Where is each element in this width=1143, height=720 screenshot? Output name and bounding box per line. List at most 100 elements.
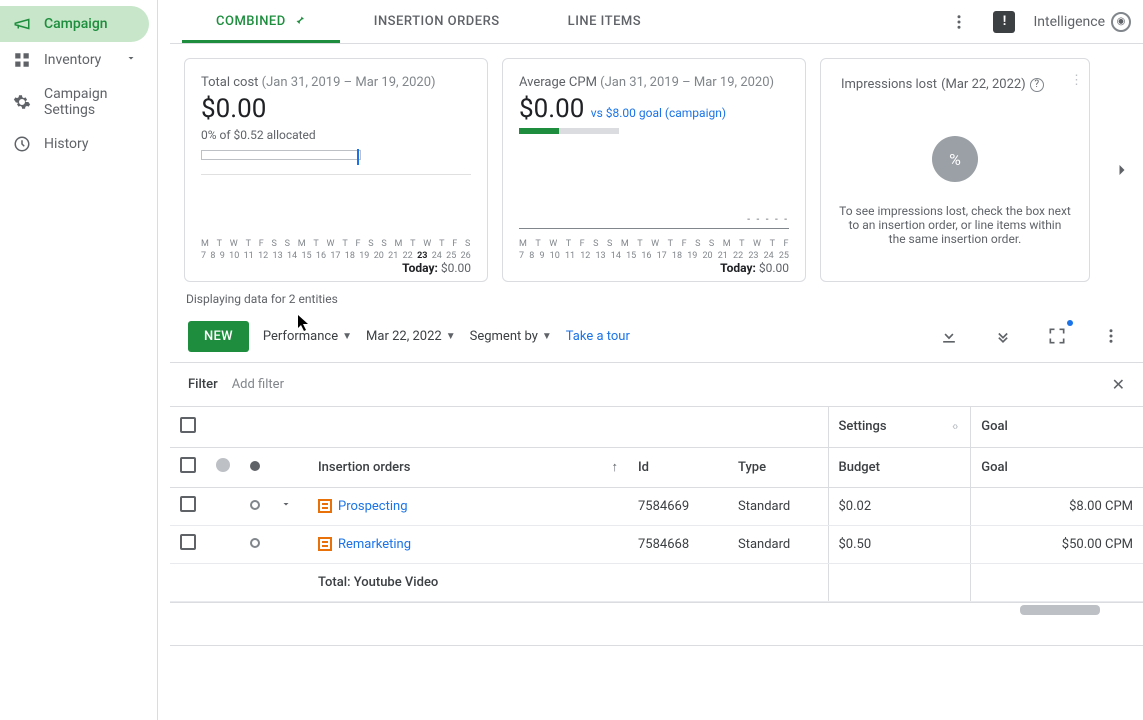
card-menu-icon[interactable]: ⋮ [1070, 73, 1083, 88]
today-label: Today: [720, 261, 756, 275]
row-checkbox[interactable] [180, 534, 196, 550]
progress-bar [519, 128, 619, 134]
megaphone-icon [12, 14, 32, 34]
days-axis: MTWTFSSMTWTFSSMTWTF [519, 239, 789, 249]
intelligence-button[interactable]: Intelligence ◉ [1033, 12, 1131, 32]
tab-label: COMBINED [216, 14, 286, 29]
percent-placeholder: % [932, 136, 978, 182]
sparkline [519, 228, 789, 229]
total-label: Total: Youtube Video [308, 563, 628, 601]
col-label: Insertion orders [318, 460, 410, 475]
tab-combined[interactable]: COMBINED [182, 0, 340, 43]
table-row[interactable]: Remarketing 7584668 Standard $0.50 $50.0… [170, 525, 1143, 563]
take-tour-link[interactable]: Take a tour [566, 329, 630, 344]
fullscreen-icon[interactable] [1041, 320, 1073, 352]
row-name-link[interactable]: Prospecting [338, 499, 408, 514]
entity-count-text: Displaying data for 2 entities [170, 282, 1143, 306]
col-budget[interactable]: Budget [828, 447, 938, 487]
tabs: COMBINED INSERTION ORDERS LINE ITEMS [182, 0, 675, 43]
sort-asc-icon: ↑ [612, 459, 619, 475]
days-axis: MTWTFSSMTWTFSSMTWTFS [201, 239, 471, 249]
sidebar-item-campaign-settings[interactable]: Campaign Settings [0, 78, 149, 126]
dates-axis: 7891011121314151617181920212223242526 [201, 251, 471, 261]
table-wrapper: Settings ‹ › Goal Insertion orders ↑ Id … [170, 407, 1143, 603]
budget-bar [201, 150, 361, 160]
select-all-checkbox[interactable] [180, 417, 196, 433]
tab-line-items[interactable]: LINE ITEMS [534, 0, 676, 43]
bulb-icon: ◉ [1111, 12, 1131, 32]
dates-axis: 78910111213141516171819202122232425 [519, 251, 789, 261]
row-name-link[interactable]: Remarketing [338, 537, 411, 552]
dropdown-label: Performance [263, 329, 338, 344]
performance-dropdown[interactable]: Performance ▼ [263, 329, 352, 344]
row-checkbox[interactable] [180, 496, 196, 512]
segment-dropdown[interactable]: Segment by ▼ [470, 329, 552, 344]
tab-insertion-orders[interactable]: INSERTION ORDERS [340, 0, 534, 43]
status-indicator [250, 538, 260, 548]
sidebar-label: Inventory [44, 52, 101, 68]
intelligence-label: Intelligence [1033, 14, 1105, 30]
insertion-order-icon [318, 537, 332, 551]
inbox-icon[interactable]: ! [993, 11, 1015, 33]
col-id[interactable]: Id [628, 447, 728, 487]
cards-next [1104, 157, 1140, 183]
col-group-settings: Settings [839, 419, 887, 434]
card-title: Total cost [201, 75, 258, 90]
sidebar-item-history[interactable]: History [0, 126, 149, 162]
filter-label: Filter [188, 377, 218, 392]
filter-bar: Filter Add filter ✕ [170, 362, 1143, 407]
status-header-icon [250, 461, 260, 471]
chevron-down-icon: ▼ [542, 331, 552, 342]
sidebar-item-inventory[interactable]: Inventory [0, 42, 149, 78]
card-total-cost: Total cost (Jan 31, 2019 – Mar 19, 2020)… [184, 58, 488, 282]
col-goal[interactable]: Goal [971, 447, 1143, 487]
dropdown-label: Mar 22, 2022 [366, 329, 442, 344]
status-indicator [250, 500, 260, 510]
date-range-dropdown[interactable]: Mar 22, 2022 ▼ [366, 329, 456, 344]
sidebar: Campaign Inventory Campaign Settings His… [0, 0, 158, 720]
sidebar-label: Campaign Settings [44, 86, 137, 118]
gear-icon [12, 92, 32, 112]
top-bar: COMBINED INSERTION ORDERS LINE ITEMS ! I… [170, 0, 1143, 44]
expand-toggle[interactable] [280, 498, 298, 513]
col-insertion-orders[interactable]: Insertion orders ↑ [308, 447, 628, 487]
card-value: $0.00 [201, 94, 471, 124]
chevron-right-icon[interactable] [1109, 157, 1135, 183]
row-id: 7584669 [628, 487, 728, 525]
more-vert-icon[interactable] [943, 6, 975, 38]
data-table: Settings ‹ › Goal Insertion orders ↑ Id … [170, 407, 1143, 602]
history-icon [12, 134, 32, 154]
card-title: Impressions lost [841, 77, 937, 92]
impressions-help-text: To see impressions lost, check the box n… [837, 204, 1073, 246]
card-impressions-lost: ⋮ Impressions lost (Mar 22, 2022) ? % To… [820, 58, 1090, 282]
close-filter-icon[interactable]: ✕ [1112, 375, 1125, 394]
help-icon[interactable]: ? [1030, 78, 1044, 92]
new-button[interactable]: NEW [188, 321, 249, 352]
column-resize-handle[interactable]: ‹ › [948, 419, 960, 433]
chevron-down-icon: ▼ [342, 331, 352, 342]
toolbar: NEW Performance ▼ Mar 22, 2022 ▼ Segment… [170, 306, 1143, 362]
more-vert-icon[interactable] [1095, 320, 1127, 352]
col-type[interactable]: Type [728, 447, 828, 487]
select-all-checkbox[interactable] [180, 457, 196, 473]
main: COMBINED INSERTION ORDERS LINE ITEMS ! I… [170, 0, 1143, 720]
table-row[interactable]: Prospecting 7584669 Standard $0.02 $8.00… [170, 487, 1143, 525]
add-filter-button[interactable]: Add filter [232, 377, 284, 392]
expand-rows-icon[interactable] [987, 320, 1019, 352]
top-actions: ! Intelligence ◉ [943, 6, 1131, 38]
card-vs-goal: vs $8.00 goal (campaign) [591, 106, 726, 120]
horizontal-scrollbar-thumb[interactable] [1020, 605, 1100, 615]
today-value: $0.00 [441, 261, 471, 275]
sidebar-item-campaign[interactable]: Campaign [0, 6, 149, 42]
sidebar-label: History [44, 136, 89, 152]
status-info-icon [216, 458, 230, 472]
download-icon[interactable] [933, 320, 965, 352]
card-title: Average CPM [519, 75, 597, 90]
row-goal: $8.00 CPM [971, 487, 1143, 525]
pin-icon [294, 14, 306, 29]
row-goal: $50.00 CPM [971, 525, 1143, 563]
dropdown-label: Segment by [470, 329, 538, 344]
row-type: Standard [728, 487, 828, 525]
total-row: Total: Youtube Video [170, 563, 1143, 601]
col-group-goal: Goal [981, 419, 1008, 434]
